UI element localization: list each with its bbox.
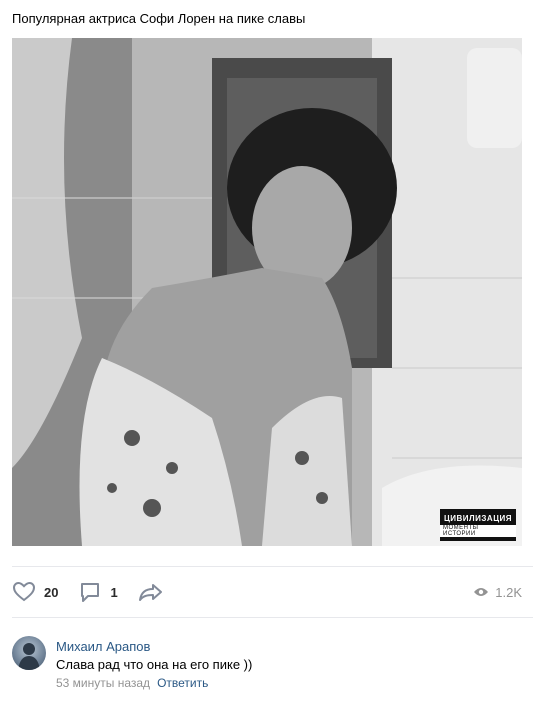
comment-time[interactable]: 53 минуты назад	[56, 676, 150, 690]
comment-count: 1	[110, 584, 118, 600]
like-button[interactable]: 20	[12, 580, 58, 604]
like-count: 20	[44, 584, 59, 600]
avatar-image	[18, 643, 40, 670]
watermark-line2: МОМЕНТЫ ИСТОРИИ	[440, 524, 516, 537]
views-count: 1.2K	[495, 584, 522, 600]
comment-text: Слава рад что она на его пике ))	[56, 657, 253, 672]
watermark-logo: ЦИВИЛИЗАЦИЯ МОМЕНТЫ ИСТОРИИ	[440, 509, 516, 541]
comment-author[interactable]: Михаил Арапов	[56, 639, 150, 654]
comment-icon	[81, 583, 100, 602]
avatar[interactable]	[12, 636, 46, 670]
share-button[interactable]	[138, 580, 172, 604]
share-icon	[138, 584, 162, 601]
photo-illustration	[12, 38, 522, 546]
divider-bottom	[12, 617, 533, 618]
post-photo[interactable]: ЦИВИЛИЗАЦИЯ МОМЕНТЫ ИСТОРИИ	[12, 38, 522, 546]
heart-icon	[12, 581, 36, 602]
views-counter: 1.2K	[473, 585, 522, 600]
watermark-line1: ЦИВИЛИЗАЦИЯ	[443, 513, 513, 523]
eye-icon	[474, 588, 489, 596]
comment-button[interactable]: 1	[78, 580, 118, 604]
post-text: Популярная актриса Софи Лорен на пике сл…	[12, 11, 306, 26]
comment-meta: 53 минуты назад Ответить	[56, 676, 208, 690]
reply-button[interactable]: Ответить	[157, 676, 208, 690]
post-actions: 20 1 1.2K	[12, 578, 522, 606]
divider-top	[12, 566, 533, 567]
